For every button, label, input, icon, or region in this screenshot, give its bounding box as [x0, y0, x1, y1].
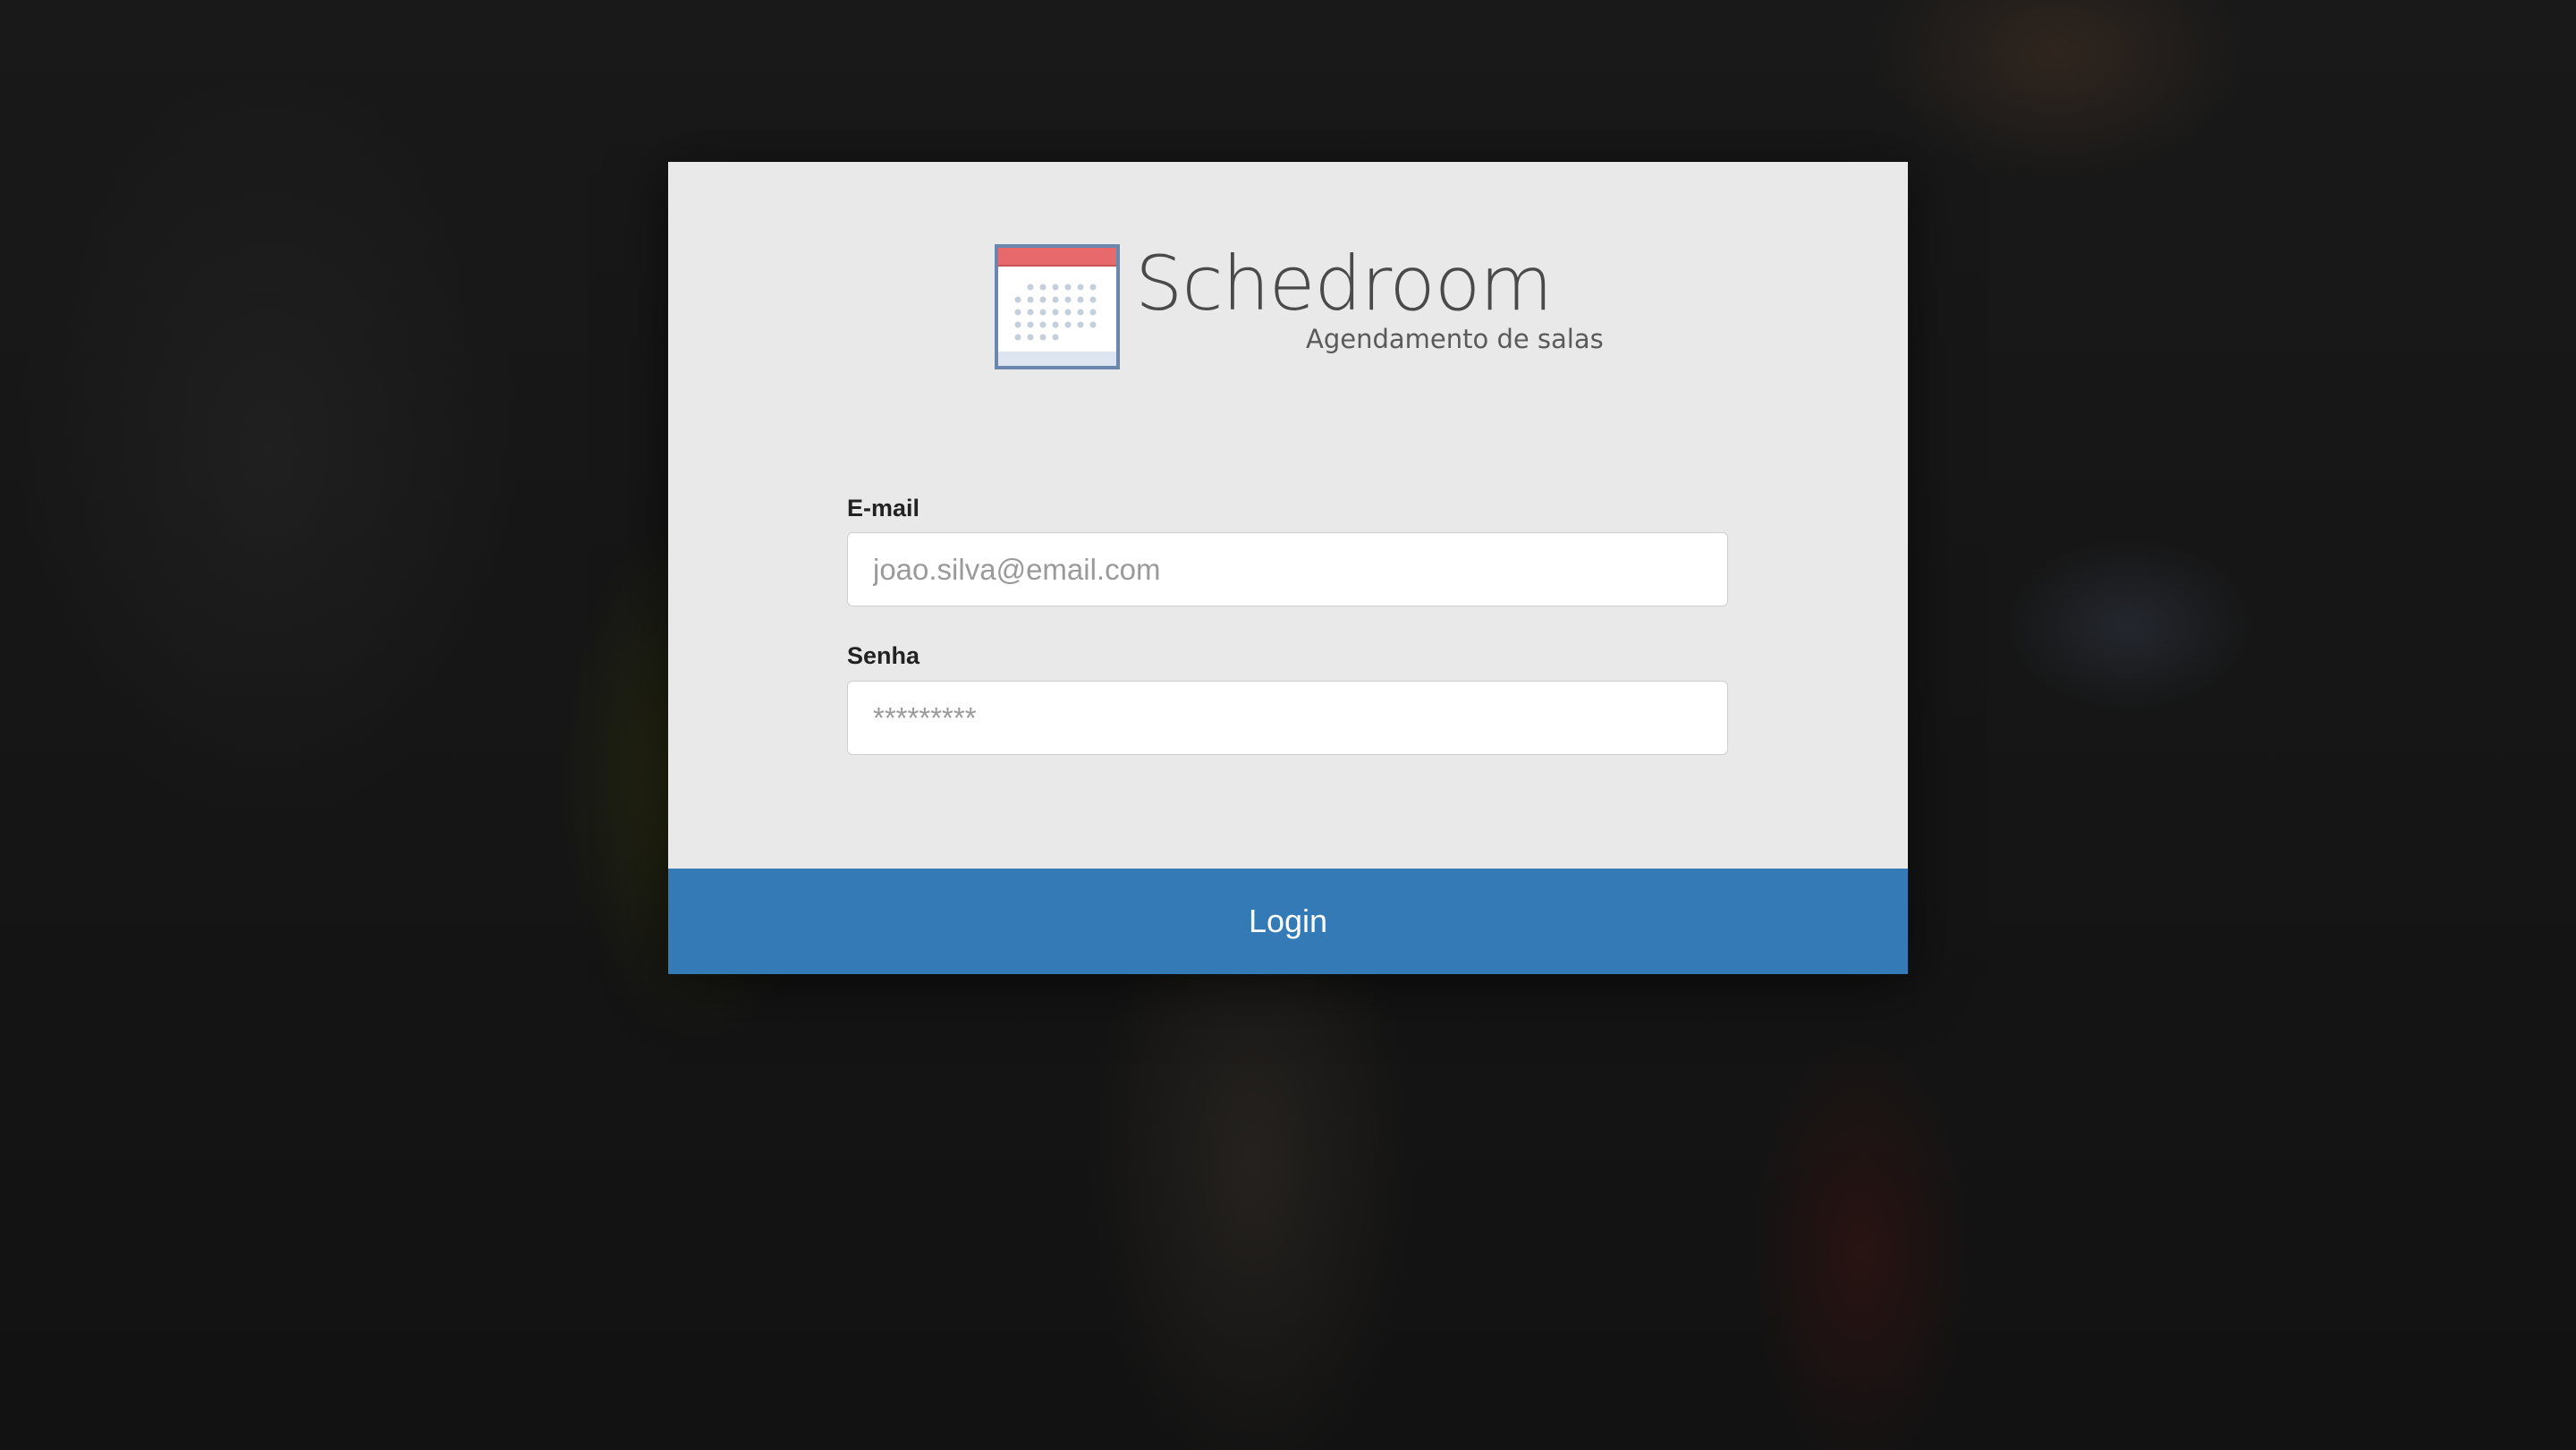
email-field[interactable] — [847, 532, 1728, 606]
email-label: E-mail — [847, 495, 920, 521]
login-button[interactable]: Login — [668, 869, 1908, 974]
password-label: Senha — [847, 642, 920, 669]
app-name: Schedroom — [1135, 240, 1553, 327]
app-logo: Schedroom Agendamento de salas — [995, 240, 1604, 369]
app-tagline: Agendamento de salas — [1306, 324, 1604, 354]
calendar-icon — [995, 244, 1120, 369]
login-modal: Schedroom Agendamento de salas E-mail Se… — [668, 162, 1908, 974]
password-field[interactable] — [847, 681, 1728, 755]
